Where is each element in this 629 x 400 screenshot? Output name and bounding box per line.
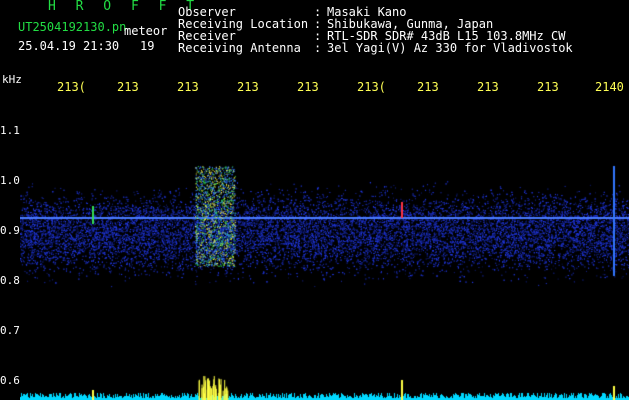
y-unit-label: kHz xyxy=(2,73,22,86)
x-tick-label: 2140 xyxy=(595,80,624,94)
x-tick-label: 213 xyxy=(417,80,439,94)
y-tick-label: 0.9 xyxy=(0,224,20,237)
y-tick-label: 1.0 xyxy=(0,174,20,187)
x-tick-label: 213( xyxy=(57,80,86,94)
colon: : xyxy=(314,41,322,55)
file-name-suffix: meteor xyxy=(124,24,168,38)
x-tick-label: 213 xyxy=(297,80,319,94)
y-tick-label: 1.1 xyxy=(0,124,20,137)
label-antenna: Receiving Antenna xyxy=(178,41,301,55)
y-tick-label: 0.8 xyxy=(0,274,20,287)
spectrogram xyxy=(20,96,629,400)
x-tick-label: 213 xyxy=(537,80,559,94)
x-tick-label: 213 xyxy=(237,80,259,94)
x-tick-label: 213 xyxy=(117,80,139,94)
value-antenna: 3el Yagi(V) Az 330 for Vladivostok xyxy=(327,41,573,55)
x-tick-label: 213( xyxy=(357,80,386,94)
y-tick-label: 0.7 xyxy=(0,324,20,337)
y-tick-label: 0.6 xyxy=(0,374,20,387)
x-tick-label: 213 xyxy=(177,80,199,94)
date-time: 25.04.19 21:30 xyxy=(18,39,120,53)
file-name: UT2504192130.pn xyxy=(18,20,127,34)
meteor-count: 19 xyxy=(140,39,155,53)
x-tick-label: 213 xyxy=(477,80,499,94)
